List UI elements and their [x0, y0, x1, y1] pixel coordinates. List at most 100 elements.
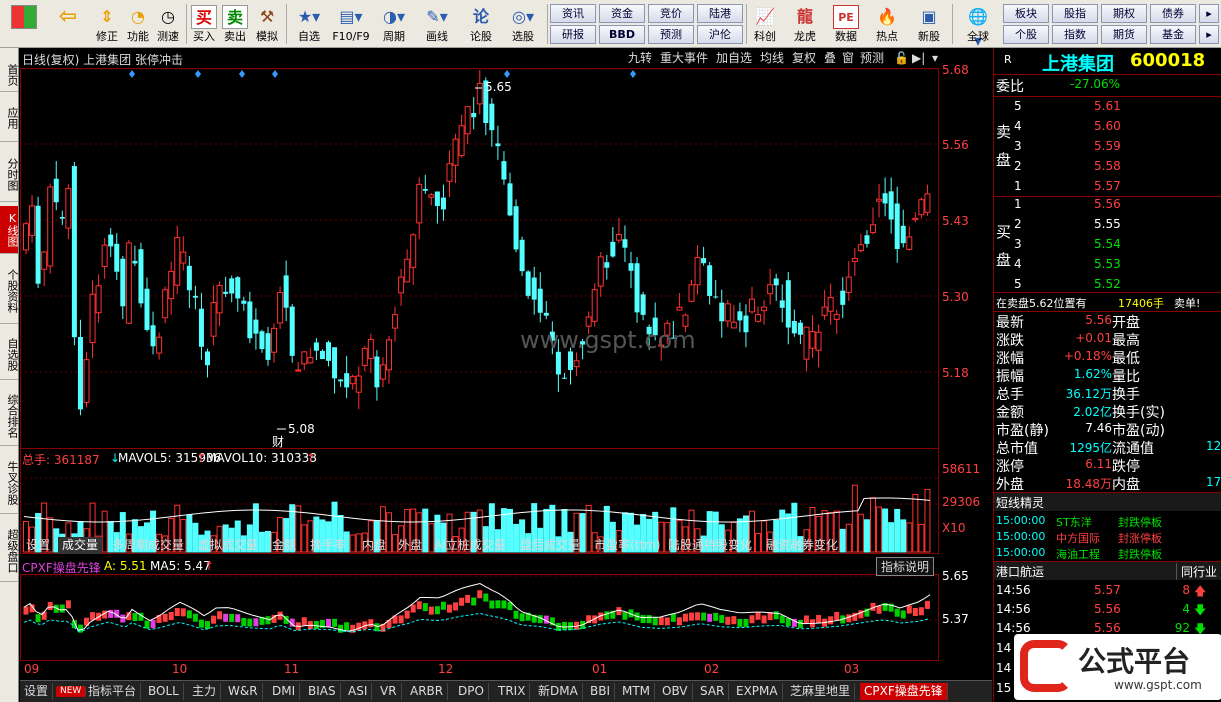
sell-level-row[interactable]: 3 5.59 — [994, 138, 1221, 158]
sell-level-row[interactable]: 5 5.61 — [994, 98, 1221, 118]
sector-button[interactable]: 板块 — [1003, 4, 1049, 23]
news-button[interactable]: 资讯 — [550, 4, 596, 23]
bonds-button[interactable]: 债券 — [1150, 4, 1196, 23]
ind-tab-after-hours[interactable]: 盘后成交量 — [516, 537, 584, 554]
bottom-tab-dmi[interactable]: DMI — [268, 683, 301, 700]
short-sprite-row[interactable]: 15:00:00 海油工程 封跌停板 — [994, 545, 1221, 561]
new-stock-button[interactable]: ▣ 新股 — [910, 2, 948, 46]
forecast-button[interactable]: 预测 — [648, 25, 694, 44]
ind-tab-pe-ttm[interactable]: 市盈率(ttm) — [590, 537, 664, 554]
indicator-help-button[interactable]: 指标说明 — [876, 557, 935, 576]
bottom-tab-sesame[interactable]: 芝麻里地里 — [786, 683, 856, 700]
draw-line-button[interactable]: ✎▾ 画线 — [417, 2, 457, 46]
bottom-tab-mtm[interactable]: MTM — [618, 683, 656, 700]
nav-apps[interactable]: 应用 — [0, 94, 19, 142]
back-button[interactable]: ⇦ — [48, 2, 88, 46]
short-sprite-row[interactable]: 15:00:00 ST东洋 封跌停板 — [994, 513, 1221, 529]
buy-level-row[interactable]: 3 5.54 — [994, 236, 1221, 256]
ind-tab-hk-holdings[interactable]: 陆股通持股变化 — [664, 537, 756, 554]
short-sprite-row[interactable]: 15:00:00 中方国际 封涨停板 — [994, 529, 1221, 545]
bottom-tab-dpo[interactable]: DPO — [454, 683, 489, 700]
f10-button[interactable]: ▤▾ F10/F9 — [330, 2, 372, 46]
bottom-tab-trix[interactable]: TRIX — [494, 683, 531, 700]
finance-marker[interactable]: 财 — [272, 433, 284, 450]
stock-index-button[interactable]: 股指 — [1052, 4, 1098, 23]
ind-tab-amount[interactable]: 金额 — [268, 537, 300, 554]
bottom-tab-platform[interactable]: 指标平台 — [84, 683, 142, 700]
bottom-tab-settings[interactable]: 设置 — [20, 683, 54, 700]
bottom-tab-obv[interactable]: OBV — [658, 683, 693, 700]
ind-tab-multi-volume[interactable]: 多周期成交量 — [108, 537, 188, 554]
bbd-button[interactable]: BBD — [599, 25, 645, 44]
buy-level-row[interactable]: 4 5.53 — [994, 256, 1221, 276]
bottom-tab-sar[interactable]: SAR — [696, 683, 730, 700]
nav-kline[interactable]: K线图 — [0, 206, 19, 254]
data-button[interactable]: PE 数据 — [828, 2, 864, 46]
cycle-button[interactable]: ◑▾ 周期 — [374, 2, 414, 46]
ind-tab-volume[interactable]: 成交量 — [58, 537, 103, 554]
nav-super-panel[interactable]: 超级盘口 — [0, 520, 19, 582]
stat-value: 6.11 — [1085, 457, 1112, 471]
bottom-tab-wr[interactable]: W&R — [224, 683, 263, 700]
bottom-tab-asi[interactable]: ASI — [344, 683, 373, 700]
function-button[interactable]: ◔ 功能 — [124, 2, 152, 46]
buy-level-row[interactable]: 2 5.55 — [994, 216, 1221, 236]
bottom-tab-arbr[interactable]: ARBR — [406, 683, 449, 700]
shanghai-london-button[interactable]: 沪伦 — [697, 25, 743, 44]
candle-body-down — [344, 373, 350, 388]
discuss-button[interactable]: 论论股 — [462, 2, 500, 46]
bottom-tab-main[interactable]: 主力 — [188, 683, 222, 700]
bottom-tab-boll[interactable]: BOLL — [144, 683, 184, 700]
auction-button[interactable]: 竞价 — [648, 4, 694, 23]
bottom-tab-bias[interactable]: BIAS — [304, 683, 341, 700]
sell-level-row[interactable]: 4 5.60 — [994, 118, 1221, 138]
nav-ranking[interactable]: 综合排名 — [0, 386, 19, 446]
bottom-tab-new-dma[interactable]: 新DMA — [534, 683, 583, 700]
ind-tab-inner[interactable]: 内盘 — [358, 537, 390, 554]
research-button[interactable]: 研报 — [550, 25, 596, 44]
ind-tab-ai-volume[interactable]: AI立桩成交量 — [430, 537, 510, 554]
nav-diagnosis[interactable]: 牛叉诊股 — [0, 452, 19, 514]
trade-title[interactable]: 港口航运 — [996, 563, 1044, 580]
bottom-tab-cpxf[interactable]: CPXF操盘先锋 — [860, 683, 948, 700]
menu-grid-button[interactable] — [4, 2, 44, 46]
nav-stock-profile[interactable]: 个股资料 — [0, 258, 19, 324]
ind-tab-settings[interactable]: 设置 — [22, 537, 54, 554]
star-market-button[interactable]: 📈 科创 — [748, 2, 782, 46]
global-button[interactable]: 🌐▾ 全球 — [956, 2, 1000, 50]
sell-level-row[interactable]: 2 5.58 — [994, 158, 1221, 178]
ind-tab-margin[interactable]: 融资融券变化 — [762, 537, 842, 554]
options-button[interactable]: 期权 — [1101, 4, 1147, 23]
funds-button[interactable]: 基金 — [1150, 25, 1196, 44]
bottom-tab-vr[interactable]: VR — [376, 683, 402, 700]
speedtest-button[interactable]: ◷ 测速 — [154, 2, 182, 46]
stocks-button[interactable]: 个股 — [1003, 25, 1049, 44]
more-button-2[interactable]: ▸ — [1199, 25, 1219, 44]
ind-tab-turnover[interactable]: 换手率 — [306, 537, 350, 554]
dragon-tiger-button[interactable]: 龍龙虎 — [786, 2, 824, 46]
nav-watchlist[interactable]: 自选股 — [0, 330, 19, 380]
sell-level-row[interactable]: 1 5.57 — [994, 178, 1221, 198]
fund-flow-button[interactable]: 资金 — [599, 4, 645, 23]
same-industry-tab[interactable]: 同行业 — [1176, 563, 1217, 580]
more-button-1[interactable]: ▸ — [1199, 4, 1219, 23]
ind-tab-outer[interactable]: 外盘 — [394, 537, 426, 554]
ind-tab-virtual-volume[interactable]: 虚拟成交量 — [194, 537, 262, 554]
bottom-tab-expma[interactable]: EXPMA — [732, 683, 783, 700]
nav-timeshare[interactable]: 分时图 — [0, 148, 19, 202]
stock-select-button[interactable]: ◎▾ 选股 — [502, 2, 544, 46]
buy-level-row[interactable]: 1 5.56 — [994, 196, 1221, 216]
sell-button[interactable]: 卖卖出 — [221, 2, 249, 46]
nav-home[interactable]: 首页 — [0, 58, 19, 92]
hotspot-button[interactable]: 🔥 热点 — [868, 2, 906, 46]
bottom-tab-bbi[interactable]: BBI — [586, 683, 616, 700]
watchlist-button[interactable]: ★▾ 自选 — [290, 2, 328, 46]
index-button[interactable]: 指数 — [1052, 25, 1098, 44]
hk-connect-button[interactable]: 陆港 — [697, 4, 743, 23]
simulate-button[interactable]: ⚒ 模拟 — [252, 2, 282, 46]
revise-button[interactable]: ⇕ 修正 — [92, 2, 122, 46]
indicator-bar — [670, 613, 676, 622]
buy-button[interactable]: 买买入 — [190, 2, 218, 46]
futures-button[interactable]: 期货 — [1101, 25, 1147, 44]
kline-chart-area[interactable]: 日线(复权) 上港集团 张停冲击 九转 重大事件 加自选 均线 复权 叠 窗 预… — [20, 48, 992, 680]
